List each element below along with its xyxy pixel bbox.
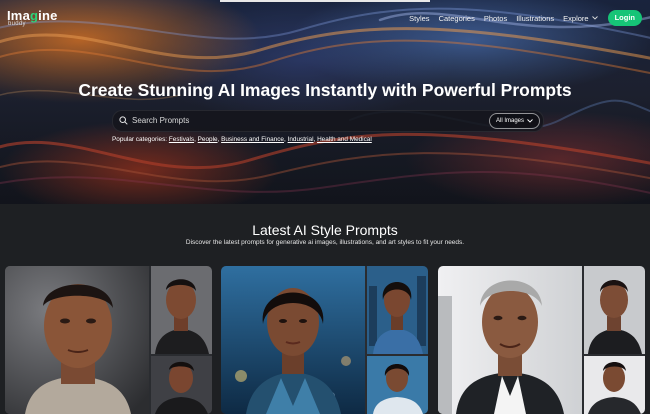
site-logo[interactable]: Imagine buddy [7,8,63,30]
hero-overlay [0,0,650,204]
prompt-card-thumbnail[interactable] [584,356,645,414]
nav-explore-dropdown[interactable]: Explore [563,13,598,23]
popular-categories: Popular categories: Festivals, People, B… [112,136,372,143]
nav-link-categories[interactable]: Categories [439,14,475,23]
prompt-card-thumbnail[interactable] [584,266,645,354]
search-bar: Search Prompts All Images [112,110,544,132]
image-type-selected: All Images [495,118,524,124]
prompt-card-main-image[interactable] [5,266,149,414]
popular-categories-label: Popular categories: [112,136,168,143]
chevron-down-icon [591,16,598,20]
top-highlight-bar [220,0,430,2]
nav-link-illustrations[interactable]: Illustrations [516,14,554,23]
search-input[interactable]: Search Prompts [132,116,189,125]
section-subtitle: Discover the latest prompts for generati… [185,239,465,246]
category-link-people[interactable]: People [198,136,218,143]
prompt-card-main-image[interactable] [221,266,365,414]
top-navigation: Styles Categories Photos Illustrations E… [400,9,642,27]
nav-link-photos[interactable]: Photos [484,14,507,23]
prompt-card[interactable] [221,266,428,414]
prompt-card[interactable] [5,266,212,414]
image-type-select[interactable]: All Images [488,113,540,129]
section-title: Latest AI Style Prompts [252,222,398,238]
category-link-business-and-finance[interactable]: Business and Finance [221,136,284,143]
prompt-card-thumbnail[interactable] [151,356,212,414]
chevron-down-icon [527,119,533,123]
prompt-card-thumbnail[interactable] [151,266,212,354]
explore-label: Explore [563,13,589,23]
prompt-card-main-image[interactable] [438,266,582,414]
logo-subtext: buddy [8,21,26,27]
category-link-industrial[interactable]: Industrial [288,136,314,143]
hero-title: Create Stunning AI Images Instantly with… [78,80,572,100]
prompt-card[interactable] [438,266,645,414]
nav-link-styles[interactable]: Styles [409,14,429,23]
hero-banner [0,0,650,204]
category-link-health-and-medical[interactable]: Health and Medical [317,136,372,143]
login-button[interactable]: Login [607,10,642,26]
prompt-card-thumbnail[interactable] [367,356,428,414]
category-link-festivals[interactable]: Festivals [169,136,194,143]
search-icon [119,116,128,125]
prompt-card-thumbnail[interactable] [367,266,428,354]
